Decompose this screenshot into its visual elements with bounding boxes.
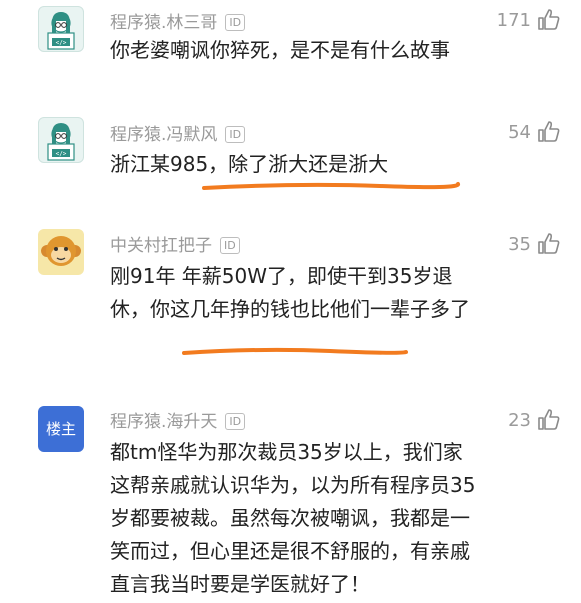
thumbs-up-icon — [538, 9, 560, 30]
comment-text: 都tm怪华为那次裁员35岁以上，我们家这帮亲戚就认识华为，以为所有程序员35岁都… — [110, 440, 476, 596]
avatar[interactable] — [38, 229, 84, 275]
username-text: 程序猿.海升天 — [110, 412, 218, 432]
like-count: 54 — [508, 121, 531, 143]
comment-text: 浙江某985，除了浙大还是浙大 — [110, 152, 389, 176]
like-button[interactable]: 54 — [508, 120, 561, 144]
avatar[interactable]: </> — [38, 117, 84, 163]
avatar[interactable]: 楼主 — [38, 406, 84, 452]
thumbs-up-icon — [538, 121, 560, 142]
thumbs-up-icon — [538, 409, 560, 430]
username[interactable]: 中关村扛把子 ID — [110, 231, 240, 256]
comment-text: 你老婆嘲讽你猝死，是不是有什么故事 — [110, 38, 450, 62]
op-badge: 楼主 — [45, 420, 76, 438]
id-badge: ID — [225, 14, 246, 31]
avatar[interactable]: </> — [38, 6, 84, 52]
username[interactable]: 程序猿.冯默风 ID — [110, 120, 246, 145]
username[interactable]: 程序猿.海升天 ID — [110, 407, 246, 432]
id-badge: ID — [225, 413, 246, 430]
like-count: 23 — [508, 409, 531, 431]
like-count: 171 — [496, 9, 531, 31]
like-button[interactable]: 35 — [508, 232, 561, 256]
like-button[interactable]: 23 — [508, 408, 561, 432]
highlight-underline — [202, 182, 461, 190]
svg-text:</>: </> — [56, 40, 67, 47]
programmer-avatar-icon: </> — [47, 123, 75, 161]
programmer-avatar-icon: </> — [47, 12, 75, 50]
username-text: 程序猿.林三哥 — [110, 13, 218, 33]
comment-text: 刚91年 年薪50W了，即使干到35岁退休，你这几年挣的钱也比他们一辈子多了 — [110, 264, 470, 321]
like-count: 35 — [508, 233, 531, 255]
svg-text:</>: </> — [56, 151, 67, 158]
id-badge: ID — [220, 237, 240, 254]
like-button[interactable]: 171 — [497, 8, 561, 32]
highlight-underline — [182, 347, 408, 355]
monkey-avatar-icon — [41, 236, 81, 266]
id-badge: ID — [225, 126, 246, 143]
thumbs-up-icon — [538, 233, 560, 254]
username-text: 中关村扛把子 — [110, 236, 212, 256]
username-text: 程序猿.冯默风 — [110, 125, 218, 145]
username[interactable]: 程序猿.林三哥 ID — [110, 8, 246, 33]
